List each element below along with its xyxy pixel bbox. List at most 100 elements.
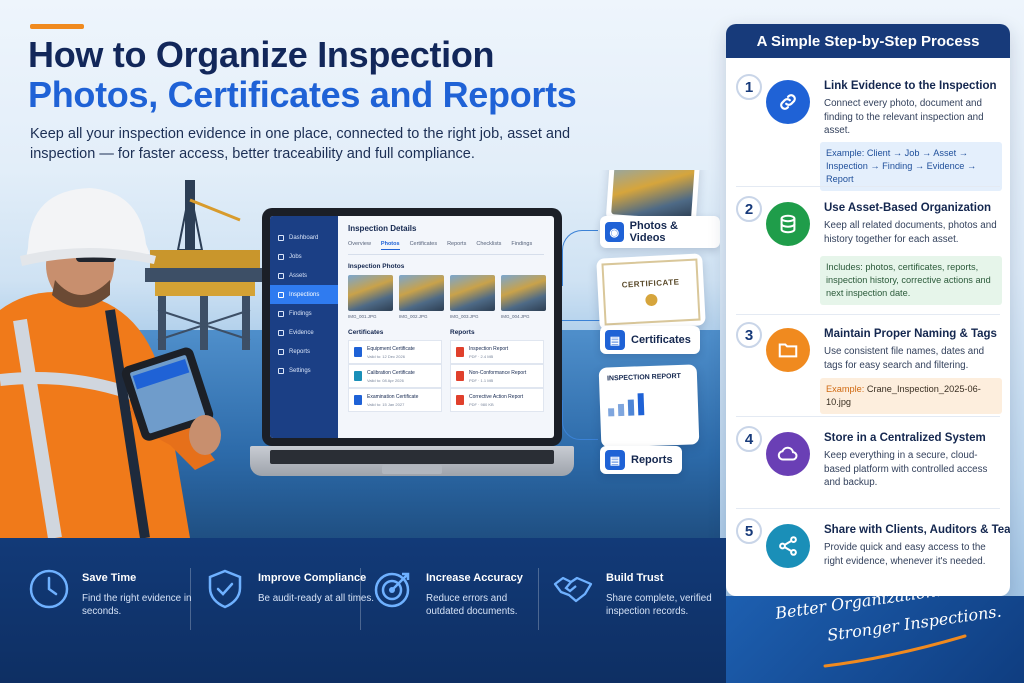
target-icon: [374, 572, 410, 608]
step-example-box: Example: Crane_Inspection_2025-06-10.jpg: [820, 378, 1002, 414]
title-main: Organize Inspection: [155, 34, 495, 75]
photo-card[interactable]: IMG_002.JPG: [399, 275, 444, 319]
nav-jobs[interactable]: Jobs: [270, 247, 338, 266]
step-divider: [736, 314, 1000, 315]
photo-preview: [611, 170, 695, 220]
step-description: Connect every photo, document and findin…: [824, 98, 984, 136]
nav-evidence[interactable]: Evidence: [270, 323, 338, 342]
laptop-base: [250, 446, 574, 476]
process-panel: A Simple Step-by-Step Process 1 Link Evi…: [726, 24, 1010, 596]
documents-row: Certificates Equipment Certificate Valid …: [348, 329, 544, 412]
page-title-line1: How to Organize Inspection: [28, 34, 495, 76]
connector-line: [562, 400, 598, 440]
reports-icon: [278, 348, 284, 355]
step-divider: [736, 186, 1000, 187]
share-icon: [766, 524, 810, 568]
title-prefix: How to: [28, 34, 156, 75]
app-sidebar: Dashboard Jobs Assets Inspections Findin…: [270, 216, 338, 438]
photo-card[interactable]: IMG_004.JPG: [501, 275, 546, 319]
database-icon: [766, 202, 810, 246]
step-description: Keep all related documents, photos and h…: [824, 220, 997, 245]
step-divider: [736, 508, 1000, 509]
photo-card[interactable]: IMG_001.JPG: [348, 275, 393, 319]
certificate-item[interactable]: Calibration Certificate Valid to: 08 Apr …: [348, 364, 442, 388]
step-title: Link Evidence to the Inspection: [824, 80, 997, 92]
process-panel-heading: A Simple Step-by-Step Process: [726, 24, 1010, 58]
photo-grid: IMG_001.JPG IMG_002.JPG IMG_003.JPG IMG_…: [348, 275, 546, 319]
slogan-swoosh: [823, 634, 967, 668]
process-step-4: 4 Store in a Centralized System Keep eve…: [736, 426, 1000, 506]
step-includes-box: Includes: photos, certificates, reports,…: [820, 256, 1002, 305]
report-item[interactable]: Corrective Action Report PDF · 980 KB: [450, 388, 544, 412]
step-description: Keep everything in a secure, cloud-based…: [824, 450, 988, 488]
page-subtitle: Keep all your inspection evidence in one…: [30, 126, 571, 162]
certificate-item[interactable]: Equipment Certificate Valid to: 12 Dec 20…: [348, 340, 442, 364]
title-accent-bar: [30, 24, 84, 29]
step-title: Maintain Proper Naming & Tags: [824, 328, 997, 340]
tab-checklists[interactable]: Checklists: [476, 241, 501, 250]
folder-icon: [766, 328, 810, 372]
nav-settings[interactable]: Settings: [270, 361, 338, 380]
clock-icon: [29, 569, 69, 609]
nav-reports[interactable]: Reports: [270, 342, 338, 361]
seal-icon: [645, 293, 658, 306]
report-doc-title: INSPECTION REPORT: [606, 372, 682, 383]
photos-heading: Inspection Photos: [348, 263, 405, 270]
certificate-file-icon: [354, 347, 362, 357]
laptop-trackpad: [382, 465, 442, 474]
pdf-icon: [456, 347, 464, 357]
connector-line: [562, 230, 598, 286]
certificate-word: CERTIFICATE: [621, 277, 680, 290]
report-document: INSPECTION REPORT: [598, 364, 700, 448]
step-example-box: Example: Client → Job → Asset → Inspecti…: [820, 142, 1002, 191]
photo-thumbnail: [501, 275, 546, 311]
document-icon: ▤: [605, 330, 625, 350]
benefits-band: Save Time Find the right evidence in sec…: [0, 538, 726, 683]
app-screen: Dashboard Jobs Assets Inspections Findin…: [270, 216, 554, 438]
process-step-2: 2 Use Asset-Based Organization Keep all …: [736, 196, 1002, 306]
photo-thumbnail: [399, 275, 444, 311]
nav-assets[interactable]: Assets: [270, 266, 338, 285]
photos-videos-label: ◉ Photos & Videos: [600, 216, 720, 248]
step-title: Store in a Centralized System: [824, 432, 986, 444]
certificate-item[interactable]: Examination Certificate Valid to: 15 Jan …: [348, 388, 442, 412]
app-page-title: Inspection Details: [348, 224, 417, 233]
pdf-icon: [456, 395, 464, 405]
benefit-improve-compliance: Improve Compliance Be audit-ready at all…: [204, 568, 374, 638]
dashboard-icon: [278, 234, 284, 241]
link-icon: [766, 80, 810, 124]
nav-dashboard[interactable]: Dashboard: [270, 228, 338, 247]
certificates-heading: Certificates: [348, 329, 384, 336]
report-icon: ▤: [605, 450, 625, 470]
step-number: 5: [736, 518, 762, 544]
connector-line: [562, 320, 602, 322]
pdf-icon: [456, 371, 464, 381]
tab-photos[interactable]: Photos: [380, 241, 400, 250]
tab-overview[interactable]: Overview: [348, 241, 371, 250]
certificate-document: CERTIFICATE: [596, 253, 706, 331]
process-step-1: 1 Link Evidence to the Inspection Connec…: [736, 74, 1002, 191]
evidence-icon: [278, 329, 284, 336]
camera-icon: ◉: [605, 222, 624, 242]
benefit-save-time: Save Time Find the right evidence in sec…: [28, 568, 198, 638]
report-item[interactable]: Non-Conformance Report PDF · 1.1 MB: [450, 364, 544, 388]
nav-findings[interactable]: Findings: [270, 304, 338, 323]
step-number: 1: [736, 74, 762, 100]
report-item[interactable]: Inspection Report PDF · 2.4 MB: [450, 340, 544, 364]
tab-reports[interactable]: Reports: [447, 241, 466, 250]
photo-card[interactable]: IMG_003.JPG: [450, 275, 495, 319]
report-mini-chart: [607, 388, 690, 417]
tab-findings[interactable]: Findings: [511, 241, 532, 250]
handshake-icon: [553, 576, 593, 603]
app-tabs: Overview Photos Certificates Reports Che…: [348, 241, 544, 255]
assets-icon: [278, 272, 284, 279]
shield-check-icon: [208, 569, 242, 609]
tab-certificates[interactable]: Certificates: [410, 241, 438, 250]
step-divider: [736, 416, 1000, 417]
step-description: Use consistent file names, dates and tag…: [824, 346, 985, 371]
nav-inspections[interactable]: Inspections: [270, 285, 338, 304]
jobs-icon: [278, 253, 284, 260]
process-step-5: 5 Share with Clients, Auditors & Teams P…: [736, 518, 1010, 588]
benefit-divider: [360, 568, 361, 630]
step-description: Provide quick and easy access to the rig…: [824, 542, 986, 567]
